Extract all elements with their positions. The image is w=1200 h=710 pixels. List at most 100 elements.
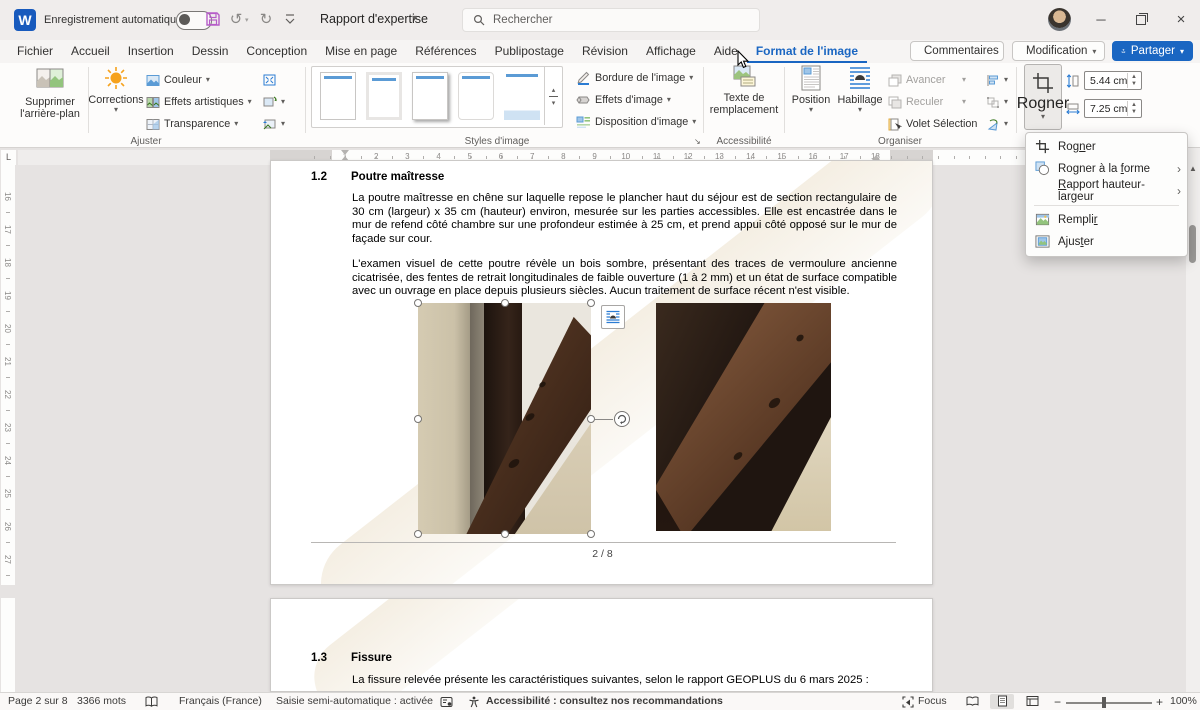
document-title-chevron-icon[interactable]: ▾ <box>412 13 417 24</box>
zoom-level[interactable]: 100% <box>1170 695 1197 707</box>
picture-layout-button[interactable]: Disposition d'image ▾ <box>576 112 696 132</box>
tab-mise-en-page[interactable]: Mise en page <box>316 40 406 63</box>
accessibility-status[interactable]: Accessibilité : consultez nos recommanda… <box>486 695 723 707</box>
autocomplete-indicator[interactable]: Saisie semi-automatique : activée <box>276 695 433 707</box>
resize-handle-sw[interactable] <box>414 530 422 538</box>
selected-picture-wrapper[interactable] <box>414 299 630 538</box>
word-count[interactable]: 3366 mots <box>77 695 126 707</box>
redo-icon[interactable]: ↻ <box>256 10 276 30</box>
minimize-button[interactable]: ─ <box>1086 8 1116 32</box>
tab-conception[interactable]: Conception <box>237 40 316 63</box>
corrections-button[interactable]: Corrections ▾ <box>88 65 144 114</box>
zoom-in-button[interactable]: + <box>1156 695 1163 709</box>
tab-format-de-l-image[interactable]: Format de l'image <box>746 40 868 63</box>
undo-icon[interactable]: ↺ <box>226 10 246 30</box>
picture-effects-button[interactable]: Effets d'image ▾ <box>576 90 671 110</box>
style-thumbnail-1[interactable] <box>320 72 356 120</box>
shape-width-spinner[interactable]: ▲ ▼ <box>1127 101 1140 116</box>
group-objects-button[interactable]: ▾ <box>986 92 1008 112</box>
page-indicator[interactable]: Page 2 sur 8 <box>8 695 68 707</box>
share-button[interactable]: Partager ▾ <box>1112 41 1193 61</box>
account-avatar[interactable] <box>1048 8 1071 31</box>
proofing-icon[interactable] <box>145 696 158 710</box>
style-thumbnail-5[interactable] <box>504 72 540 120</box>
tab-accueil[interactable]: Accueil <box>62 40 119 63</box>
align-objects-button[interactable]: ▾ <box>986 70 1008 90</box>
bring-forward-button[interactable]: Avancer <box>888 70 945 90</box>
transparency-button[interactable]: Transparence ▾ <box>146 114 238 134</box>
read-mode-button[interactable] <box>960 694 984 709</box>
vertical-ruler[interactable]: 16 17 18 19 20 21 22 23 24 25 26 27 <box>0 165 17 692</box>
menu-item-rogner-la-forme[interactable]: Rogner à la forme › <box>1026 158 1187 180</box>
zoom-out-button[interactable]: − <box>1054 695 1061 709</box>
resize-handle-ne[interactable] <box>587 299 595 307</box>
change-picture-button[interactable]: ▾ <box>262 92 285 112</box>
menu-item-rapport-hauteur-largeur[interactable]: Rapport hauteur-largeur › <box>1026 179 1187 203</box>
close-button[interactable]: × <box>1166 8 1196 32</box>
menu-item-rogner[interactable]: Rogner <box>1026 136 1187 158</box>
accessibility-icon[interactable] <box>468 696 480 710</box>
tab-affichage[interactable]: Affichage <box>637 40 705 63</box>
resize-handle-e[interactable] <box>587 415 595 423</box>
send-backward-button[interactable]: Reculer <box>888 92 943 112</box>
resize-handle-nw[interactable] <box>414 299 422 307</box>
tab-fichier[interactable]: Fichier <box>8 40 62 63</box>
zoom-slider-track[interactable] <box>1066 702 1152 704</box>
compress-picture-button[interactable] <box>262 70 277 90</box>
quick-access-overflow-icon[interactable] <box>284 12 296 31</box>
print-layout-button[interactable] <box>990 694 1014 709</box>
beam-photo-right[interactable] <box>656 303 831 531</box>
shape-width-field[interactable]: 7.25 cm ▲ ▼ <box>1084 99 1142 118</box>
menu-item-remplir[interactable]: Remplir <box>1026 209 1187 231</box>
recorder-icon[interactable] <box>440 696 453 710</box>
reset-picture-button[interactable]: ▾ <box>262 114 285 134</box>
tab-stop-selector[interactable]: L <box>1 150 16 165</box>
comments-button[interactable]: Commentaires <box>910 41 1004 61</box>
zoom-slider-thumb[interactable] <box>1102 697 1106 708</box>
wrap-text-button[interactable]: Habillage ▾ <box>837 65 883 114</box>
resize-handle-s[interactable] <box>501 530 509 538</box>
rotate-objects-button[interactable]: ▾ <box>986 114 1008 134</box>
scrollbar-thumb[interactable] <box>1189 225 1196 263</box>
resize-handle-n[interactable] <box>501 299 509 307</box>
menu-item-ajuster[interactable]: Ajuster <box>1026 231 1187 253</box>
artistic-effects-button[interactable]: Effets artistiques ▾ <box>146 92 252 112</box>
tab-publipostage[interactable]: Publipostage <box>486 40 573 63</box>
beam-photo-left[interactable] <box>418 303 591 534</box>
tab-insertion[interactable]: Insertion <box>119 40 183 63</box>
remove-background-button[interactable]: Supprimer l'arrière-plan <box>14 65 86 120</box>
scroll-up-icon[interactable]: ▲ <box>1189 164 1197 173</box>
style-thumbnail-3[interactable] <box>412 72 448 120</box>
tab-dessin[interactable]: Dessin <box>183 40 238 63</box>
focus-label[interactable]: Focus <box>918 695 947 707</box>
picture-border-button[interactable]: Bordure de l'image ▾ <box>576 68 693 88</box>
resize-handle-se[interactable] <box>587 530 595 538</box>
restore-button[interactable] <box>1126 8 1156 32</box>
resize-handle-w[interactable] <box>414 415 422 423</box>
tab-r-vision[interactable]: Révision <box>573 40 637 63</box>
vertical-scrollbar[interactable]: ▲ <box>1186 148 1200 692</box>
focus-icon[interactable] <box>902 696 914 710</box>
color-button[interactable]: Couleur ▾ <box>146 70 210 90</box>
word-logo-icon[interactable]: W <box>14 9 36 31</box>
web-layout-button[interactable] <box>1020 694 1044 709</box>
crop-button[interactable]: Rogner ▾ <box>1017 64 1069 130</box>
rotate-handle[interactable] <box>613 410 631 428</box>
undo-chevron-icon[interactable]: ▾ <box>245 16 249 24</box>
page-1[interactable]: 1.2 Poutre maîtresse La poutre maîtresse… <box>270 160 933 585</box>
paragraph-fissure: La fissure relevée présente les caractér… <box>352 674 869 686</box>
page-2[interactable]: 1.3 Fissure La fissure relevée présente … <box>270 598 933 692</box>
editing-mode-button[interactable]: Modification ▾ <box>1012 41 1105 61</box>
position-button[interactable]: Position ▾ <box>789 65 833 114</box>
style-thumbnail-4[interactable] <box>458 72 494 120</box>
selection-pane-button[interactable]: Volet Sélection <box>888 114 977 134</box>
language-indicator[interactable]: Français (France) <box>179 695 262 707</box>
tab-r-f-rences[interactable]: Références <box>406 40 485 63</box>
shape-height-spinner[interactable]: ▲ ▼ <box>1127 73 1140 88</box>
style-thumbnail-2[interactable] <box>366 72 402 120</box>
search-input[interactable]: Rechercher <box>462 8 760 32</box>
layout-options-button[interactable] <box>601 305 625 329</box>
save-icon[interactable] <box>204 10 222 28</box>
shape-height-field[interactable]: 5.44 cm ▲ ▼ <box>1084 71 1142 90</box>
gallery-more-button[interactable]: ▴ ▾ <box>544 67 562 125</box>
